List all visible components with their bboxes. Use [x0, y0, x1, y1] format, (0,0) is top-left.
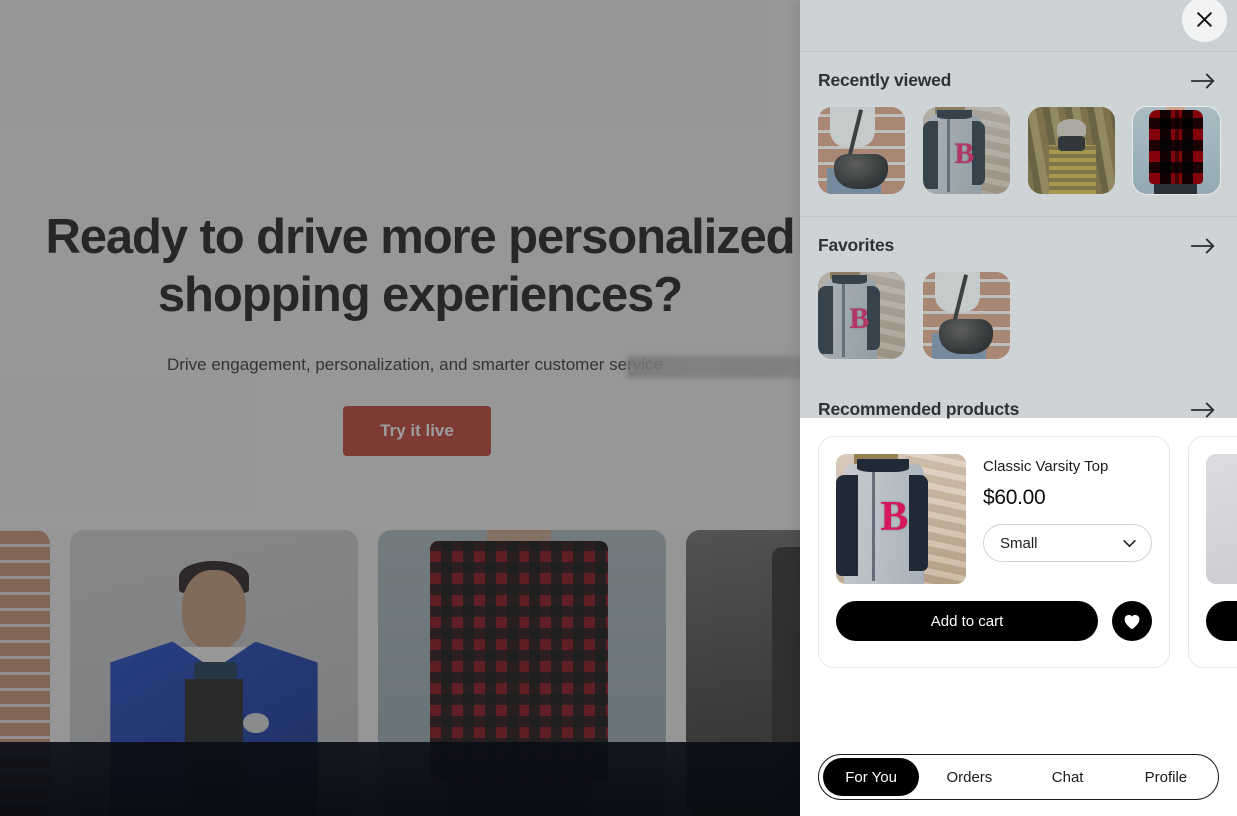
try-it-live-button[interactable]: Try it live	[343, 406, 491, 456]
thumbnail-row-recently-viewed[interactable]: B	[818, 107, 1220, 194]
product-price: $60.00	[983, 486, 1046, 509]
product-card-carousel[interactable]: B Classic Varsity Top $60.00 Small Add t…	[818, 436, 1237, 668]
product-image[interactable]	[1206, 454, 1237, 584]
product-name: Classic Varsity Top	[983, 458, 1109, 475]
hero-section: Ready to drive more personalized shoppin…	[0, 0, 803, 530]
add-to-cart-button[interactable]	[1206, 601, 1237, 641]
section-title-recommended-products: Recommended products	[818, 399, 1020, 419]
thumbnail-brick-wall-handbag[interactable]	[818, 107, 905, 194]
tab-for-you[interactable]: For You	[823, 758, 920, 796]
heart-icon[interactable]	[1112, 601, 1152, 641]
strip-item-suit-man[interactable]	[70, 530, 358, 816]
section-favorites: Favorites B	[800, 216, 1237, 381]
tab-orders[interactable]: Orders	[921, 758, 1017, 796]
arrow-right-icon-favorites[interactable]	[1187, 236, 1219, 256]
size-select[interactable]: Small	[983, 524, 1152, 562]
redacted-text-block	[627, 356, 803, 378]
size-select-value: Small	[1000, 534, 1038, 552]
assistant-side-panel: Recently viewed B Favorites B Recommende…	[800, 0, 1237, 816]
product-card[interactable]	[1188, 436, 1237, 668]
thumbnail-corn-field-camera[interactable]	[1028, 107, 1115, 194]
product-card[interactable]: B Classic Varsity Top $60.00 Small Add t…	[818, 436, 1170, 668]
section-header: Recommended products	[818, 399, 1237, 420]
section-header: Recently viewed	[818, 70, 1219, 91]
add-to-cart-button[interactable]: Add to cart	[836, 601, 1098, 641]
section-recommended-products: Recommended products B Classic Varsity T…	[800, 381, 1237, 668]
thumbnail-row-favorites[interactable]: B	[818, 272, 1219, 359]
panel-header	[800, 0, 1237, 52]
strip-item-plaid-shirt[interactable]	[378, 530, 666, 816]
product-image[interactable]: B	[836, 454, 966, 584]
app-root: Ready to drive more personalized shoppin…	[0, 0, 1237, 816]
thumbnail-red-plaid-flannel[interactable]	[1133, 107, 1220, 194]
section-recently-viewed: Recently viewed B	[800, 52, 1237, 216]
section-header: Favorites	[818, 235, 1219, 256]
tab-profile[interactable]: Profile	[1118, 758, 1214, 796]
page-title: Ready to drive more personalized shoppin…	[45, 210, 795, 322]
chevron-down-icon	[1123, 539, 1136, 547]
bottom-tab-bar: For You Orders Chat Profile	[818, 754, 1219, 800]
tab-chat[interactable]: Chat	[1020, 758, 1116, 796]
thumbnail-brick-wall-handbag[interactable]	[923, 272, 1010, 359]
strip-item-handbag[interactable]	[0, 530, 50, 816]
arrow-right-icon-recently-viewed[interactable]	[1187, 71, 1219, 91]
thumbnail-classic-varsity-top[interactable]: B	[923, 107, 1010, 194]
arrow-right-icon-recommended[interactable]	[1187, 400, 1219, 420]
thumbnail-classic-varsity-top[interactable]: B	[818, 272, 905, 359]
section-title-favorites: Favorites	[818, 235, 895, 255]
section-title-recently-viewed: Recently viewed	[818, 70, 952, 90]
product-photo-strip[interactable]	[0, 530, 974, 816]
